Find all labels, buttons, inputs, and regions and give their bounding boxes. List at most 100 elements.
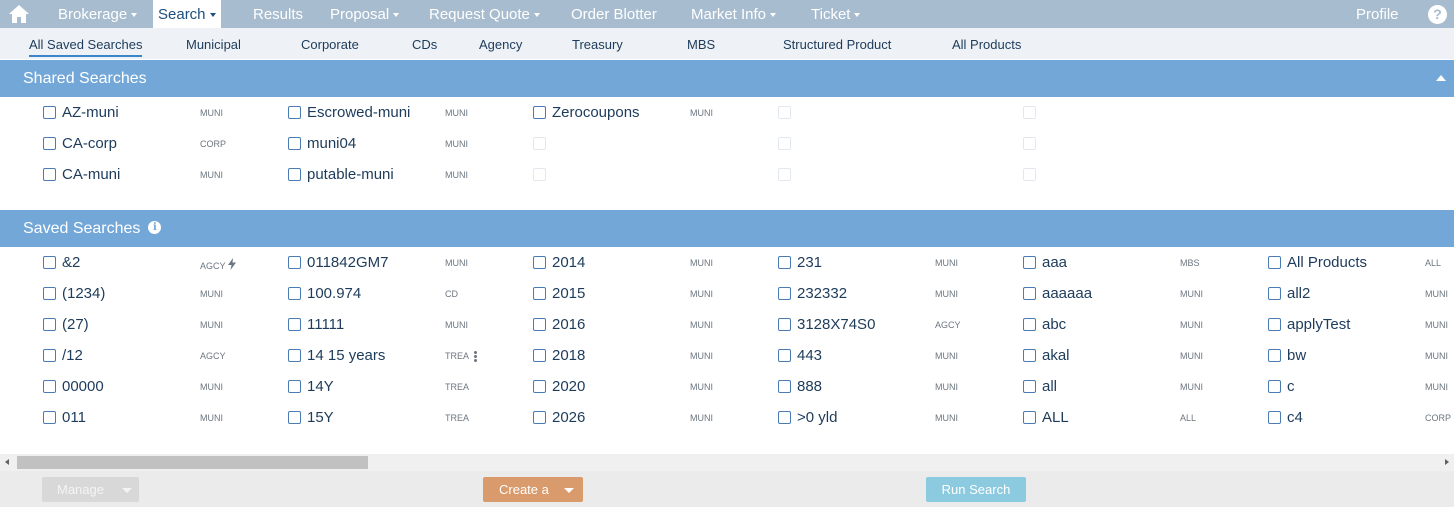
search-checkbox[interactable] <box>1268 380 1281 393</box>
search-name[interactable]: 100.974 <box>307 285 361 302</box>
search-name[interactable]: (27) <box>62 316 89 333</box>
help-icon[interactable]: ? <box>1428 5 1447 24</box>
search-name[interactable]: 3128X74S0 <box>797 316 875 333</box>
tab-corporate[interactable]: Corporate <box>301 37 359 52</box>
search-checkbox[interactable] <box>1023 318 1036 331</box>
search-name[interactable]: AZ-muni <box>62 104 119 121</box>
search-checkbox[interactable] <box>43 411 56 424</box>
tab-municipal[interactable]: Municipal <box>186 37 241 52</box>
search-checkbox[interactable] <box>1268 411 1281 424</box>
search-name[interactable]: 443 <box>797 347 822 364</box>
search-checkbox[interactable] <box>778 318 791 331</box>
search-checkbox[interactable] <box>533 411 546 424</box>
scroll-left-arrow-icon[interactable] <box>5 459 9 465</box>
search-name[interactable]: muni04 <box>307 135 356 152</box>
search-name[interactable]: aaaaaa <box>1042 285 1092 302</box>
search-checkbox[interactable] <box>288 349 301 362</box>
search-name[interactable]: 11111 <box>307 316 344 333</box>
search-checkbox[interactable] <box>1023 287 1036 300</box>
search-name[interactable]: bw <box>1287 347 1306 364</box>
search-checkbox[interactable] <box>1023 256 1036 269</box>
search-name[interactable]: Escrowed-muni <box>307 104 410 121</box>
shared-searches-header[interactable]: Shared Searches <box>0 60 1454 97</box>
horizontal-scrollbar[interactable] <box>0 454 1454 471</box>
info-icon[interactable]: i <box>148 220 162 234</box>
search-name[interactable]: All Products <box>1287 254 1367 271</box>
nav-market-info[interactable]: Market Info <box>691 0 777 28</box>
search-name[interactable]: Zerocoupons <box>552 104 640 121</box>
search-checkbox[interactable] <box>1023 349 1036 362</box>
search-checkbox[interactable] <box>1023 411 1036 424</box>
search-checkbox[interactable] <box>1268 349 1281 362</box>
search-checkbox[interactable] <box>533 349 546 362</box>
search-name[interactable]: 2014 <box>552 254 585 271</box>
create-button[interactable]: Create a <box>483 477 583 502</box>
search-checkbox[interactable] <box>288 168 301 181</box>
search-name[interactable]: 232332 <box>797 285 847 302</box>
search-checkbox[interactable] <box>43 106 56 119</box>
search-name[interactable]: 15Y <box>307 409 334 426</box>
search-checkbox[interactable] <box>43 137 56 150</box>
search-checkbox[interactable] <box>288 411 301 424</box>
nav-brokerage[interactable]: Brokerage <box>58 0 138 28</box>
search-checkbox[interactable] <box>288 256 301 269</box>
search-checkbox[interactable] <box>533 256 546 269</box>
nav-profile[interactable]: Profile <box>1356 0 1399 28</box>
search-name[interactable]: (1234) <box>62 285 105 302</box>
search-name[interactable]: &2 <box>62 254 80 271</box>
search-checkbox[interactable] <box>1268 256 1281 269</box>
tab-cds[interactable]: CDs <box>412 37 437 52</box>
search-name[interactable]: all2 <box>1287 285 1310 302</box>
tab-mbs[interactable]: MBS <box>687 37 715 52</box>
nav-request-quote[interactable]: Request Quote <box>429 0 540 28</box>
search-name[interactable]: abc <box>1042 316 1066 333</box>
search-checkbox[interactable] <box>778 287 791 300</box>
search-checkbox[interactable] <box>533 380 546 393</box>
tab-treasury[interactable]: Treasury <box>572 37 623 52</box>
search-name[interactable]: CA-corp <box>62 135 117 152</box>
search-name[interactable]: 2016 <box>552 316 585 333</box>
run-search-button[interactable]: Run Search <box>926 477 1026 502</box>
search-name[interactable]: /12 <box>62 347 83 364</box>
search-name[interactable]: 2020 <box>552 378 585 395</box>
search-name[interactable]: ALL <box>1042 409 1069 426</box>
search-name[interactable]: CA-muni <box>62 166 120 183</box>
search-checkbox[interactable] <box>43 256 56 269</box>
search-checkbox[interactable] <box>288 106 301 119</box>
search-checkbox[interactable] <box>778 256 791 269</box>
search-name[interactable]: 14Y <box>307 378 334 395</box>
search-checkbox[interactable] <box>288 380 301 393</box>
search-checkbox[interactable] <box>533 318 546 331</box>
search-name[interactable]: aaa <box>1042 254 1067 271</box>
search-checkbox[interactable] <box>1268 287 1281 300</box>
search-name[interactable]: 00000 <box>62 378 104 395</box>
search-checkbox[interactable] <box>43 318 56 331</box>
chevron-down-icon[interactable] <box>564 488 574 493</box>
search-checkbox[interactable] <box>43 380 56 393</box>
search-checkbox[interactable] <box>533 287 546 300</box>
search-name[interactable]: c <box>1287 378 1295 395</box>
tab-all-saved-searches[interactable]: All Saved Searches <box>29 37 143 57</box>
tab-all-products[interactable]: All Products <box>952 37 1021 52</box>
search-checkbox[interactable] <box>288 287 301 300</box>
search-checkbox[interactable] <box>288 137 301 150</box>
search-checkbox[interactable] <box>778 349 791 362</box>
tab-structured-product[interactable]: Structured Product <box>783 37 891 52</box>
home-icon[interactable] <box>8 4 30 24</box>
search-checkbox[interactable] <box>533 106 546 119</box>
search-name[interactable]: 011 <box>62 409 86 426</box>
nav-ticket[interactable]: Ticket <box>811 0 861 28</box>
search-name[interactable]: putable-muni <box>307 166 394 183</box>
collapse-up-icon[interactable] <box>1436 75 1446 81</box>
nav-proposal[interactable]: Proposal <box>330 0 400 28</box>
nav-results[interactable]: Results <box>253 0 303 28</box>
nav-search[interactable]: Search <box>153 0 221 28</box>
scrollbar-thumb[interactable] <box>17 456 368 469</box>
nav-order-blotter[interactable]: Order Blotter <box>571 0 657 28</box>
search-name[interactable]: applyTest <box>1287 316 1350 333</box>
search-name[interactable]: 231 <box>797 254 822 271</box>
search-name[interactable]: 2015 <box>552 285 585 302</box>
search-name[interactable]: c4 <box>1287 409 1303 426</box>
tab-agency[interactable]: Agency <box>479 37 522 52</box>
search-name[interactable]: 011842GM7 <box>307 254 388 271</box>
